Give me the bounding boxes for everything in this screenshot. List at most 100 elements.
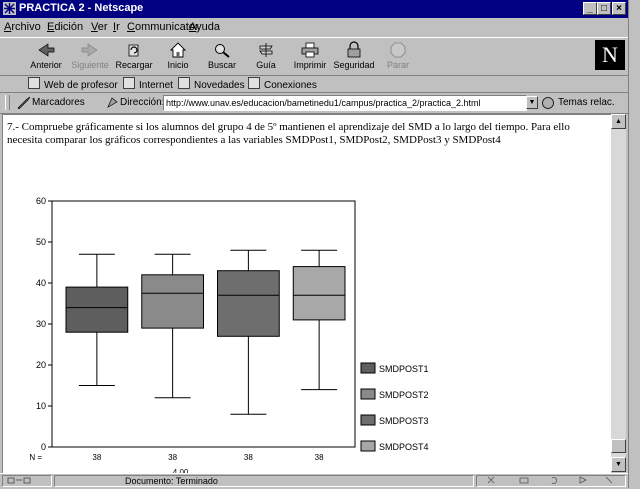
reload-label: Recargar — [115, 60, 153, 70]
forward-icon — [81, 43, 98, 57]
back-icon — [38, 43, 55, 57]
menu-bar: Archivo Edición Ver Ir Communicator Ayud… — [0, 18, 628, 36]
guide-label: Guía — [256, 60, 276, 70]
page-content: 7.- Compruebe gráficamente si los alumno… — [2, 114, 611, 473]
n-count-label: 38 — [168, 453, 177, 462]
status-text: Documento: Terminado — [54, 475, 474, 487]
menu-ayuda-rest: yuda — [196, 21, 220, 33]
home-button[interactable]: Inicio — [156, 40, 200, 74]
bookmark-icon — [178, 77, 190, 89]
toolbar-grip[interactable] — [5, 95, 10, 110]
menu-communicator[interactable]: Communicator — [127, 21, 199, 33]
url-input[interactable]: http://www.unav.es/educacion/bametinedu1… — [163, 95, 527, 111]
bookmark-web-de-profesor[interactable]: Web de profesor — [28, 77, 118, 91]
chevron-down-icon: ▼ — [528, 99, 536, 106]
menu-ver-key: V — [91, 21, 98, 33]
scroll-thumb[interactable] — [611, 439, 626, 453]
vertical-scrollbar[interactable]: ▲ ▼ — [611, 114, 626, 472]
scroll-up-button[interactable]: ▲ — [611, 114, 626, 129]
menu-communicator-key: C — [127, 21, 135, 33]
status-bar: Documento: Terminado — [0, 473, 628, 489]
component-icons — [487, 476, 613, 484]
status-component-bar[interactable] — [476, 475, 626, 487]
bookmarks-icon — [17, 96, 31, 109]
box-smdpost1 — [65, 286, 129, 333]
bookmark-conexiones[interactable]: Conexiones — [248, 77, 317, 91]
y-tick-label: 60 — [36, 196, 46, 206]
related-icon — [542, 97, 554, 109]
n-count-label: 38 — [244, 453, 253, 462]
page-proxy-icon — [107, 97, 118, 108]
arrow-down-icon: ▼ — [615, 461, 622, 468]
menu-archivo-rest: rchivo — [11, 21, 41, 33]
legend-label: SMDPOST4 — [379, 442, 429, 452]
bookmarks-button[interactable]: Marcadores — [32, 97, 85, 108]
close-button[interactable]: × — [612, 2, 626, 15]
guide-button[interactable]: Guía — [244, 40, 288, 74]
print-label: Imprimir — [293, 60, 327, 70]
search-icon — [215, 44, 230, 58]
bookmark-label: Novedades — [194, 80, 245, 91]
forward-label: Siguiente — [71, 60, 109, 70]
menu-ver[interactable]: Ver — [91, 21, 108, 33]
reload-button[interactable]: Recargar — [112, 40, 156, 74]
box-smdpost3 — [217, 270, 280, 337]
n-label: N = — [29, 453, 42, 462]
minimize-button[interactable]: _ — [583, 2, 597, 15]
menu-ayuda[interactable]: Ayuda — [189, 21, 220, 33]
y-tick-label: 0 — [41, 442, 46, 452]
personal-toolbar: Web de profesor Internet Novedades Conex… — [0, 75, 628, 93]
bookmark-label: Internet — [139, 80, 173, 91]
legend-swatch — [360, 388, 376, 400]
maximize-button[interactable]: □ — [597, 2, 611, 15]
menu-edicion-rest: dición — [54, 21, 84, 33]
bookmark-novedades[interactable]: Novedades — [178, 77, 245, 91]
search-button[interactable]: Buscar — [200, 40, 244, 74]
scroll-down-button[interactable]: ▼ — [611, 457, 626, 472]
bookmark-label: Web de profesor — [44, 80, 118, 91]
menu-edicion[interactable]: Edición — [47, 21, 83, 33]
stop-button[interactable]: Parar — [376, 40, 420, 74]
search-label: Buscar — [207, 60, 236, 70]
stop-icon — [390, 42, 406, 58]
security-button[interactable]: Seguridad — [332, 40, 376, 74]
legend-label: SMDPOST2 — [379, 390, 429, 400]
bookmark-icon — [123, 77, 135, 89]
url-dropdown-button[interactable]: ▼ — [526, 96, 538, 109]
window-title: PRACTICA 2 - Netscape — [19, 2, 144, 14]
print-icon — [301, 42, 319, 58]
address-label: Dirección: — [120, 97, 165, 108]
legend-swatch — [360, 440, 376, 452]
location-toolbar: Marcadores Dirección: http://www.unav.es… — [0, 93, 628, 114]
bookmark-icon — [28, 77, 40, 89]
background-window-edge — [628, 0, 640, 488]
home-label: Inicio — [167, 60, 189, 70]
back-button[interactable]: Anterior — [24, 40, 68, 74]
y-tick-label: 20 — [36, 360, 46, 370]
forward-button[interactable]: Siguiente — [68, 40, 112, 74]
related-button[interactable]: Temas relac. — [558, 97, 615, 108]
back-label: Anterior — [30, 60, 62, 70]
y-tick-label: 10 — [36, 401, 46, 411]
stop-label: Parar — [386, 60, 409, 70]
menu-ir-rest: r — [116, 21, 120, 33]
print-button[interactable]: Imprimir — [288, 40, 332, 74]
box-smdpost2 — [141, 274, 204, 329]
legend-swatch — [360, 414, 376, 426]
menu-archivo[interactable]: Archivo — [4, 21, 41, 33]
y-tick-label: 40 — [36, 278, 46, 288]
security-status[interactable] — [2, 475, 52, 487]
netscape-logo[interactable]: N — [595, 40, 625, 70]
browser-window: PRACTICA 2 - Netscape _ □ × Archivo Edic… — [0, 0, 628, 489]
legend-swatch — [360, 362, 376, 374]
home-icon — [169, 42, 187, 58]
bookmark-label: Conexiones — [264, 80, 317, 91]
bookmark-internet[interactable]: Internet — [123, 77, 173, 91]
n-count-label: 38 — [92, 453, 101, 462]
menu-ir[interactable]: Ir — [113, 21, 120, 33]
y-tick-label: 30 — [36, 319, 46, 329]
n-count-label: 38 — [315, 453, 324, 462]
box-smdpost4 — [292, 266, 346, 321]
connection-icon — [7, 477, 31, 484]
legend-label: SMDPOST1 — [379, 364, 429, 374]
